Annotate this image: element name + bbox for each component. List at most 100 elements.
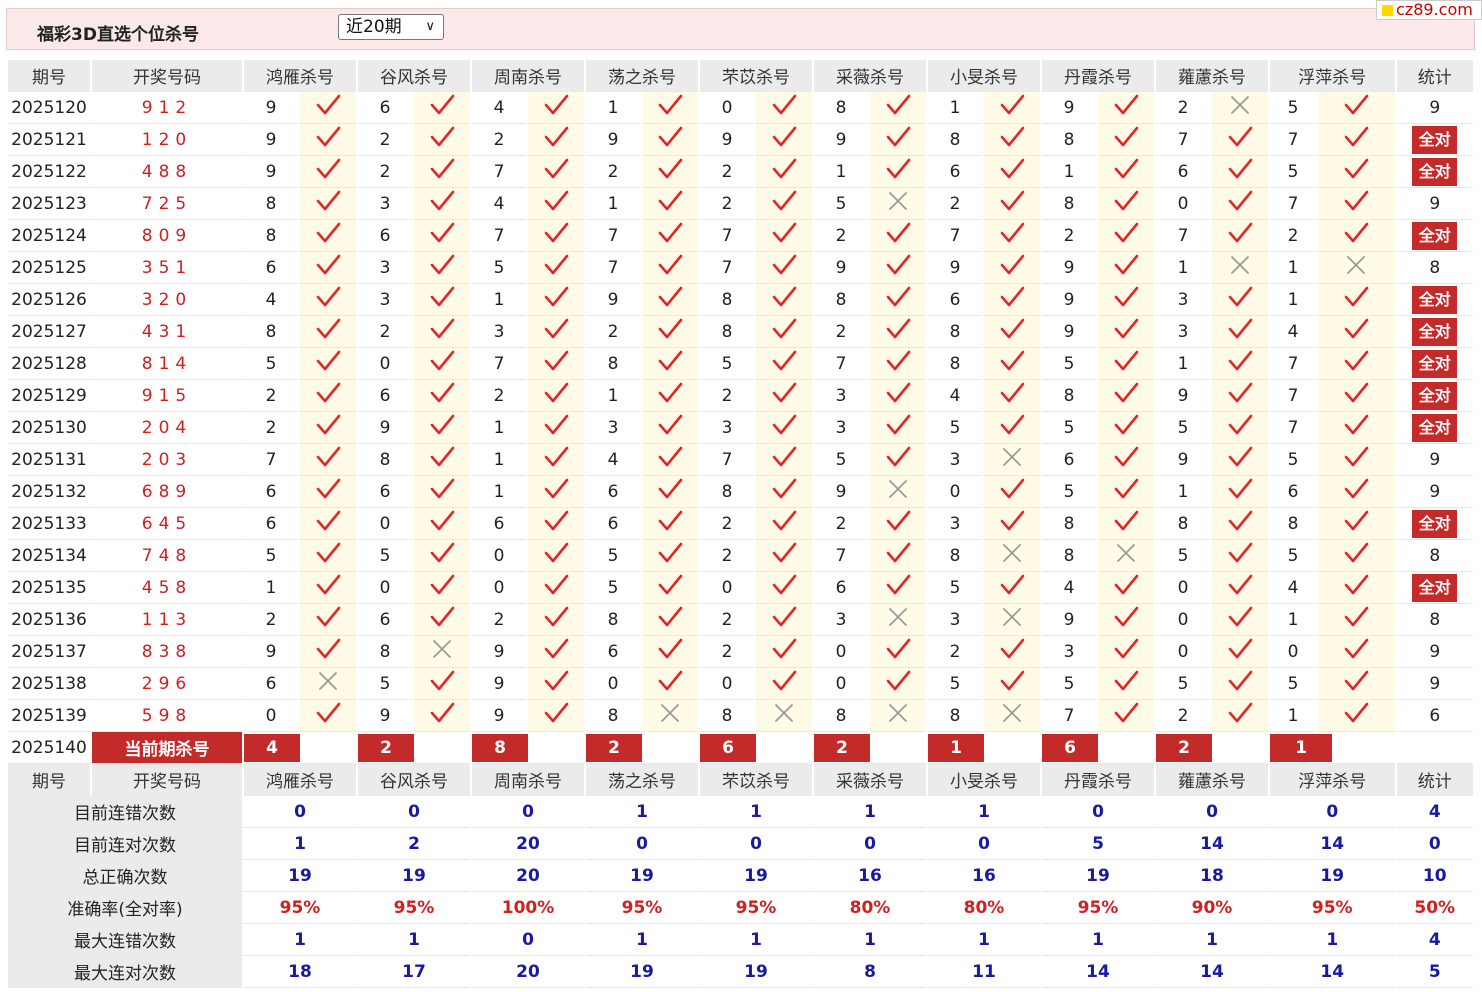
- check-icon: [429, 669, 455, 693]
- check-icon: [771, 189, 797, 213]
- expert-header: 谷风杀号: [358, 60, 470, 92]
- all-right-badge: 全对: [1412, 157, 1458, 186]
- result-mark: [642, 700, 698, 732]
- table-row: 2025126 320 4 3 1 9 8 8 6 9 3 1 全对: [8, 284, 1473, 316]
- stat-value: 0: [586, 828, 698, 860]
- kill-number: 8: [814, 284, 868, 316]
- period-cell: 2025121: [8, 124, 90, 156]
- result-mark: [528, 540, 584, 572]
- stat-value: 19: [1270, 860, 1395, 892]
- check-icon: [429, 509, 455, 533]
- expert-header: 采薇杀号: [814, 60, 926, 92]
- stat-total: 4: [1396, 796, 1473, 828]
- kill-number: 2: [700, 380, 754, 412]
- period-header: 期号: [8, 764, 90, 796]
- result-mark: [1318, 124, 1395, 156]
- current-kill-number: 8: [472, 733, 528, 762]
- kill-number: 9: [1042, 316, 1096, 348]
- check-icon: [1343, 125, 1369, 149]
- check-icon: [999, 637, 1025, 661]
- result-mark: [756, 700, 812, 732]
- result-mark: [1212, 252, 1268, 284]
- result-mark: [414, 604, 470, 636]
- result-mark: [1212, 604, 1268, 636]
- check-icon: [315, 93, 341, 117]
- draw-number: 748: [92, 540, 242, 572]
- total-cell: 全对: [1396, 348, 1473, 380]
- kill-number: 1: [472, 476, 526, 508]
- result-mark: [414, 572, 470, 604]
- result-mark: [984, 508, 1040, 540]
- kill-number: 9: [358, 412, 412, 444]
- kill-number: 2: [472, 380, 526, 412]
- check-icon: [543, 701, 569, 725]
- kill-number: 8: [244, 220, 298, 252]
- kill-number: 4: [1042, 572, 1096, 604]
- check-icon: [885, 509, 911, 533]
- check-icon: [771, 669, 797, 693]
- period-cell: 2025122: [8, 156, 90, 188]
- kill-number: 9: [244, 124, 298, 156]
- result-mark: [870, 700, 926, 732]
- kill-number: 8: [928, 348, 982, 380]
- result-mark: [414, 348, 470, 380]
- stat-value: 1: [700, 924, 812, 956]
- check-icon: [1343, 701, 1369, 725]
- expert-header: 鸿雁杀号: [244, 764, 356, 796]
- period-cell: 2025135: [8, 572, 90, 604]
- kill-number: 8: [1042, 124, 1096, 156]
- stat-value: 20: [472, 860, 584, 892]
- stat-value: 16: [814, 860, 926, 892]
- result-mark: [984, 572, 1040, 604]
- kill-number: 7: [586, 220, 640, 252]
- site-logo[interactable]: cz89.com: [1376, 0, 1482, 20]
- all-right-badge: 全对: [1412, 509, 1458, 538]
- stat-total: 4: [1396, 924, 1473, 956]
- draw-number: 598: [92, 700, 242, 732]
- kill-number: 5: [244, 348, 298, 380]
- cross-icon: [1115, 542, 1137, 564]
- result-mark: [984, 476, 1040, 508]
- stat-value: 11: [928, 956, 1040, 988]
- kill-number: 7: [472, 348, 526, 380]
- kill-number: 3: [472, 316, 526, 348]
- result-mark: [642, 92, 698, 124]
- check-icon: [999, 253, 1025, 277]
- check-icon: [1113, 637, 1139, 661]
- draw-number: 915: [92, 380, 242, 412]
- check-icon: [315, 509, 341, 533]
- result-mark: [1212, 284, 1268, 316]
- draw-number: 120: [92, 124, 242, 156]
- kill-number: 5: [472, 252, 526, 284]
- kill-number: 0: [358, 572, 412, 604]
- stat-value: 95%: [244, 892, 356, 924]
- result-mark: [414, 316, 470, 348]
- check-icon: [315, 413, 341, 437]
- period-range-select[interactable]: 近20期 ∨: [338, 14, 444, 40]
- result-mark: [756, 284, 812, 316]
- stat-value: 0: [1156, 796, 1268, 828]
- kill-number: 7: [928, 220, 982, 252]
- check-icon: [771, 413, 797, 437]
- kill-number: 6: [1270, 476, 1316, 508]
- result-mark: [1212, 508, 1268, 540]
- result-mark: [528, 508, 584, 540]
- stat-value: 1: [244, 924, 356, 956]
- all-right-badge: 全对: [1412, 381, 1458, 410]
- expert-header: 小旻杀号: [928, 764, 1040, 796]
- total-cell: 全对: [1396, 572, 1473, 604]
- cross-icon: [1001, 606, 1023, 628]
- kill-number: 8: [928, 700, 982, 732]
- kill-number: 9: [586, 284, 640, 316]
- result-mark: [984, 380, 1040, 412]
- kill-number: 0: [700, 668, 754, 700]
- check-icon: [771, 221, 797, 245]
- kill-number: 6: [1156, 156, 1210, 188]
- cross-icon: [1001, 542, 1023, 564]
- check-icon: [429, 477, 455, 501]
- result-mark: [1318, 572, 1395, 604]
- check-icon: [429, 605, 455, 629]
- stat-value: 17: [358, 956, 470, 988]
- kill-number: 2: [358, 156, 412, 188]
- result-mark: [1212, 92, 1268, 124]
